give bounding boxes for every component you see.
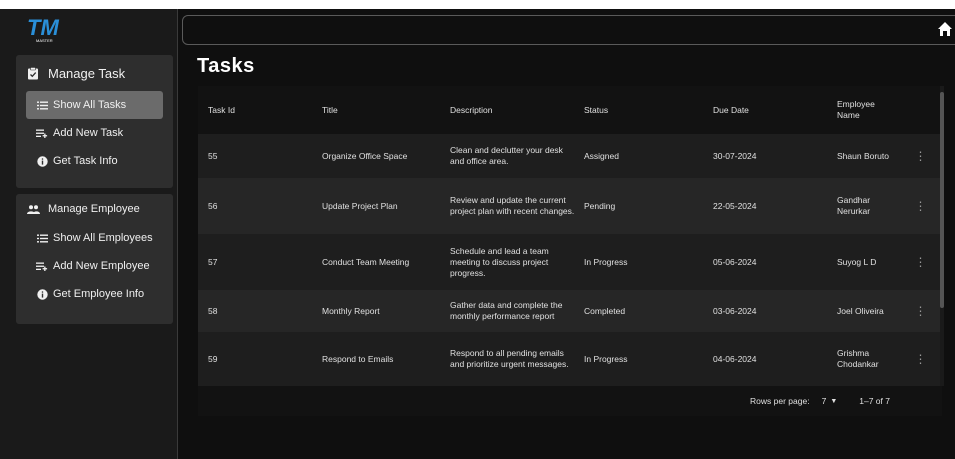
sidebar-item-label: Add New Task	[53, 127, 124, 139]
top-strip	[0, 0, 955, 9]
table-row[interactable]: 55 Organize Office Space Clean and declu…	[198, 134, 942, 178]
home-icon[interactable]	[937, 21, 953, 37]
cell-title: Respond to Emails	[322, 353, 394, 364]
cell-due-date: 30-07-2024	[713, 150, 757, 161]
cell-employee-name: Gandhar Nerurkar	[837, 195, 871, 216]
logo-text: TM	[27, 15, 59, 40]
sidebar-item-label: Get Task Info	[53, 155, 118, 167]
sidebar-item-show-all-employees[interactable]: Show All Employees	[26, 224, 163, 252]
column-header-employee-name[interactable]: Employee Name	[837, 99, 905, 121]
tasks-table: Task Id Title Description Status Due Dat…	[198, 86, 942, 416]
manage-task-title: Manage Task	[48, 65, 126, 81]
column-header-task-id[interactable]: Task Id	[198, 105, 322, 116]
info-icon	[36, 288, 48, 300]
cell-due-date: 05-06-2024	[713, 256, 757, 267]
cell-task-id: 56	[208, 200, 218, 211]
table-pagination: Rows per page: 7 ▼ 1–7 of 7	[198, 386, 942, 416]
scrollbar-thumb[interactable]	[940, 92, 944, 308]
table-row[interactable]: 56 Update Project Plan Review and update…	[198, 178, 942, 234]
sidebar-item-add-new-employee[interactable]: Add New Employee	[26, 252, 163, 280]
manage-task-panel: Manage Task Show All Tasks Add New Task …	[16, 55, 173, 188]
cell-task-id: 59	[208, 353, 218, 364]
cell-employee-name: Suyog L D	[837, 256, 877, 267]
cell-due-date: 04-06-2024	[713, 353, 757, 364]
column-header-due-date[interactable]: Due Date	[713, 105, 837, 116]
column-header-title[interactable]: Title	[322, 105, 450, 116]
column-header-status[interactable]: Status	[584, 105, 713, 116]
people-icon	[26, 204, 40, 214]
cell-employee-name: Shaun Boruto	[837, 150, 889, 161]
cell-employee-name: Grishma Chodankar	[837, 348, 879, 369]
cell-task-id: 57	[208, 256, 218, 267]
cell-description: Schedule and lead a team meeting to disc…	[450, 245, 549, 278]
search-bar[interactable]	[182, 15, 955, 45]
sidebar-item-label: Show All Employees	[53, 232, 153, 244]
manage-employee-title: Manage Employee	[48, 203, 140, 215]
playlist-add-icon	[36, 129, 48, 138]
cell-due-date: 22-05-2024	[713, 200, 757, 211]
rows-per-page-value: 7	[821, 396, 827, 406]
caret-down-icon: ▼	[830, 397, 838, 405]
logo-subtext: MASTER	[36, 38, 53, 43]
rows-per-page-select[interactable]: 7 ▼	[822, 396, 838, 406]
table-header-row: Task Id Title Description Status Due Dat…	[198, 86, 942, 134]
cell-title: Monthly Report	[322, 305, 380, 316]
more-vert-icon[interactable]: ⋮	[905, 150, 942, 162]
sidebar-item-show-all-tasks[interactable]: Show All Tasks	[26, 91, 163, 119]
more-vert-icon[interactable]: ⋮	[905, 353, 942, 365]
table-row[interactable]: 58 Monthly Report Gather data and comple…	[198, 290, 942, 332]
cell-task-id: 55	[208, 150, 218, 161]
task-icon	[26, 66, 40, 80]
cell-due-date: 03-06-2024	[713, 305, 757, 316]
cell-employee-name: Joel Oliveira	[837, 305, 884, 316]
cell-status: Assigned	[584, 150, 619, 161]
manage-task-header[interactable]: Manage Task	[16, 55, 173, 91]
cell-description: Respond to all pending emails and priori…	[450, 348, 569, 369]
info-icon	[36, 155, 48, 167]
cell-status: Completed	[584, 305, 626, 316]
cell-title: Organize Office Space	[322, 150, 408, 161]
page-title: Tasks	[197, 55, 255, 77]
cell-task-id: 58	[208, 305, 218, 316]
manage-employee-header[interactable]: Manage Employee	[16, 194, 173, 224]
cell-description: Review and update the current project pl…	[450, 195, 575, 216]
more-vert-icon[interactable]: ⋮	[905, 256, 942, 268]
table-scrollbar[interactable]	[940, 86, 944, 386]
column-header-description[interactable]: Description	[450, 105, 584, 116]
playlist-add-icon	[36, 262, 48, 271]
sidebar-item-get-task-info[interactable]: Get Task Info	[26, 147, 163, 175]
list-icon	[36, 234, 48, 243]
more-vert-icon[interactable]: ⋮	[905, 200, 942, 212]
cell-title: Update Project Plan	[322, 200, 398, 211]
app-logo[interactable]: TM MASTER	[26, 13, 62, 45]
rows-per-page-label: Rows per page:	[750, 396, 810, 406]
sidebar-item-label: Get Employee Info	[53, 288, 145, 300]
list-icon	[36, 101, 48, 110]
sidebar-item-add-new-task[interactable]: Add New Task	[26, 119, 163, 147]
sidebar-item-get-employee-info[interactable]: Get Employee Info	[26, 280, 163, 308]
cell-title: Conduct Team Meeting	[322, 256, 410, 267]
table-row[interactable]: 59 Respond to Emails Respond to all pend…	[198, 332, 942, 386]
table-row[interactable]: 57 Conduct Team Meeting Schedule and lea…	[198, 234, 942, 290]
manage-employee-panel: Manage Employee Show All Employees Add N…	[16, 194, 173, 324]
more-vert-icon[interactable]: ⋮	[905, 305, 942, 317]
pagination-range: 1–7 of 7	[859, 396, 890, 406]
cell-status: In Progress	[584, 256, 628, 267]
cell-description: Gather data and complete the monthly per…	[450, 300, 563, 321]
cell-status: Pending	[584, 200, 616, 211]
sidebar-item-label: Add New Employee	[53, 260, 150, 272]
sidebar-item-label: Show All Tasks	[53, 99, 127, 111]
sidebar: TM MASTER Manage Task Show All Tasks Add…	[0, 9, 178, 459]
cell-description: Clean and declutter your desk and office…	[450, 145, 563, 166]
cell-status: In Progress	[584, 353, 628, 364]
